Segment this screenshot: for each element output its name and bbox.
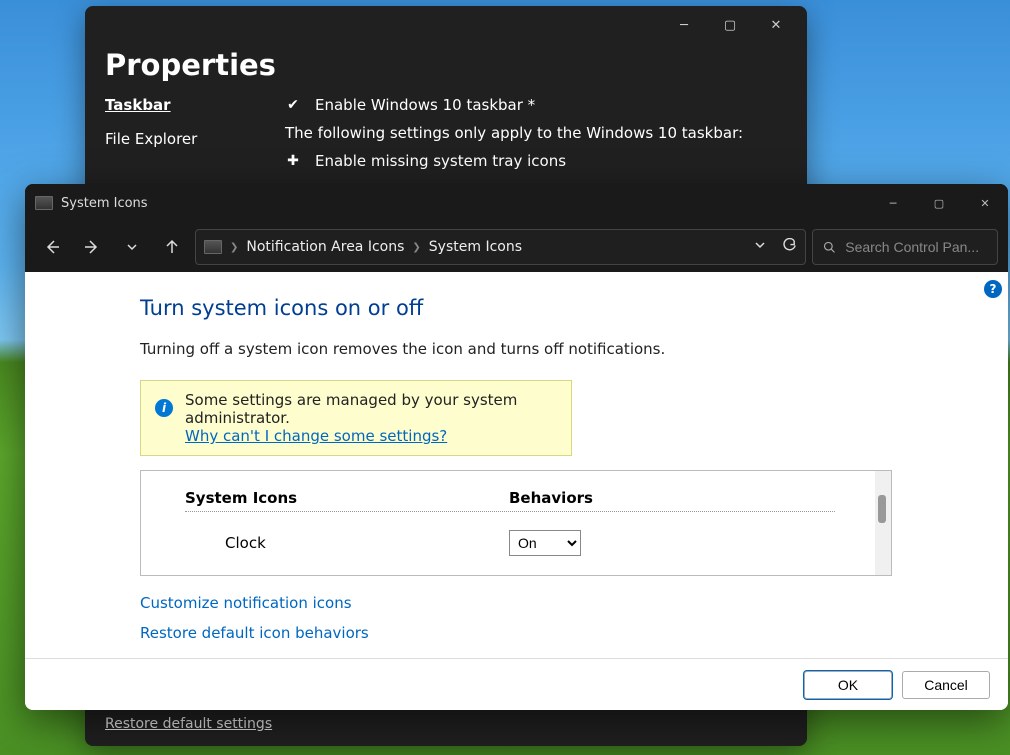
help-icon[interactable]: ? <box>984 280 1002 298</box>
minimize-button[interactable]: ─ <box>870 184 916 222</box>
search-input[interactable] <box>843 238 987 256</box>
close-button[interactable]: ✕ <box>753 10 799 40</box>
search-icon <box>823 240 835 254</box>
close-button[interactable]: ✕ <box>962 184 1008 222</box>
plus-icon: ✚ <box>285 153 301 169</box>
cancel-button[interactable]: Cancel <box>902 671 990 699</box>
sidebar-item-taskbar[interactable]: Taskbar <box>105 96 255 114</box>
table-row: Clock On <box>185 512 835 556</box>
icon-name-clock: Clock <box>185 534 509 552</box>
breadcrumb-notification-area[interactable]: Notification Area Icons <box>246 239 404 255</box>
breadcrumb-system-icons[interactable]: System Icons <box>429 239 522 255</box>
admin-info-banner: i Some settings are managed by your syst… <box>140 380 572 456</box>
setting-enable-win10-taskbar[interactable]: ✔ Enable Windows 10 taskbar * <box>285 96 787 114</box>
behavior-select-clock[interactable]: On <box>509 530 581 556</box>
page-heading: Turn system icons on or off <box>140 296 1008 320</box>
setting-label: Enable Windows 10 taskbar * <box>315 96 535 114</box>
banner-text: Some settings are managed by your system… <box>185 391 557 427</box>
setting-label: Enable missing system tray icons <box>315 152 566 170</box>
column-header-behaviors: Behaviors <box>509 489 835 507</box>
column-header-system-icons: System Icons <box>185 489 509 507</box>
customize-notification-icons-link[interactable]: Customize notification icons <box>140 594 1008 612</box>
restore-default-behaviors-link[interactable]: Restore default icon behaviors <box>140 624 1008 642</box>
window-title: System Icons <box>61 196 148 211</box>
properties-title: Properties <box>105 48 787 82</box>
recent-dropdown-button[interactable] <box>115 230 149 264</box>
sidebar-item-file-explorer[interactable]: File Explorer <box>105 130 255 148</box>
chevron-right-icon: ❯ <box>230 242 238 253</box>
scrollbar-thumb[interactable] <box>878 495 886 523</box>
location-icon <box>204 240 222 254</box>
up-button[interactable] <box>155 230 189 264</box>
system-icons-titlebar: System Icons ─ ▢ ✕ <box>25 184 1008 222</box>
nav-toolbar: ❯ Notification Area Icons ❯ System Icons <box>25 222 1008 272</box>
restore-defaults-link[interactable]: Restore default settings <box>105 716 272 732</box>
system-icons-table: System Icons Behaviors Clock On <box>140 470 892 576</box>
setting-note: The following settings only apply to the… <box>285 124 787 142</box>
maximize-button[interactable]: ▢ <box>707 10 753 40</box>
check-icon: ✔ <box>285 97 301 113</box>
content-area: ? Turn system icons on or off Turning of… <box>25 272 1008 658</box>
chevron-right-icon: ❯ <box>412 242 420 253</box>
properties-titlebar: ─ ▢ ✕ <box>85 6 807 44</box>
system-icons-window: System Icons ─ ▢ ✕ ❯ Notification Area I… <box>25 184 1008 710</box>
minimize-button[interactable]: ─ <box>661 10 707 40</box>
forward-button[interactable] <box>75 230 109 264</box>
ok-button[interactable]: OK <box>804 671 892 699</box>
address-dropdown-button[interactable] <box>754 239 766 255</box>
window-icon <box>35 196 53 210</box>
address-bar[interactable]: ❯ Notification Area Icons ❯ System Icons <box>195 229 806 265</box>
dialog-footer: OK Cancel <box>25 658 1008 710</box>
page-description: Turning off a system icon removes the ic… <box>140 340 1008 358</box>
setting-enable-tray-icons[interactable]: ✚ Enable missing system tray icons <box>285 152 787 170</box>
banner-help-link[interactable]: Why can't I change some settings? <box>185 427 447 445</box>
back-button[interactable] <box>35 230 69 264</box>
scrollbar[interactable] <box>875 471 891 575</box>
refresh-button[interactable] <box>782 238 797 257</box>
properties-sidebar: Taskbar File Explorer <box>105 96 255 170</box>
info-icon: i <box>155 399 173 417</box>
search-box[interactable] <box>812 229 998 265</box>
maximize-button[interactable]: ▢ <box>916 184 962 222</box>
